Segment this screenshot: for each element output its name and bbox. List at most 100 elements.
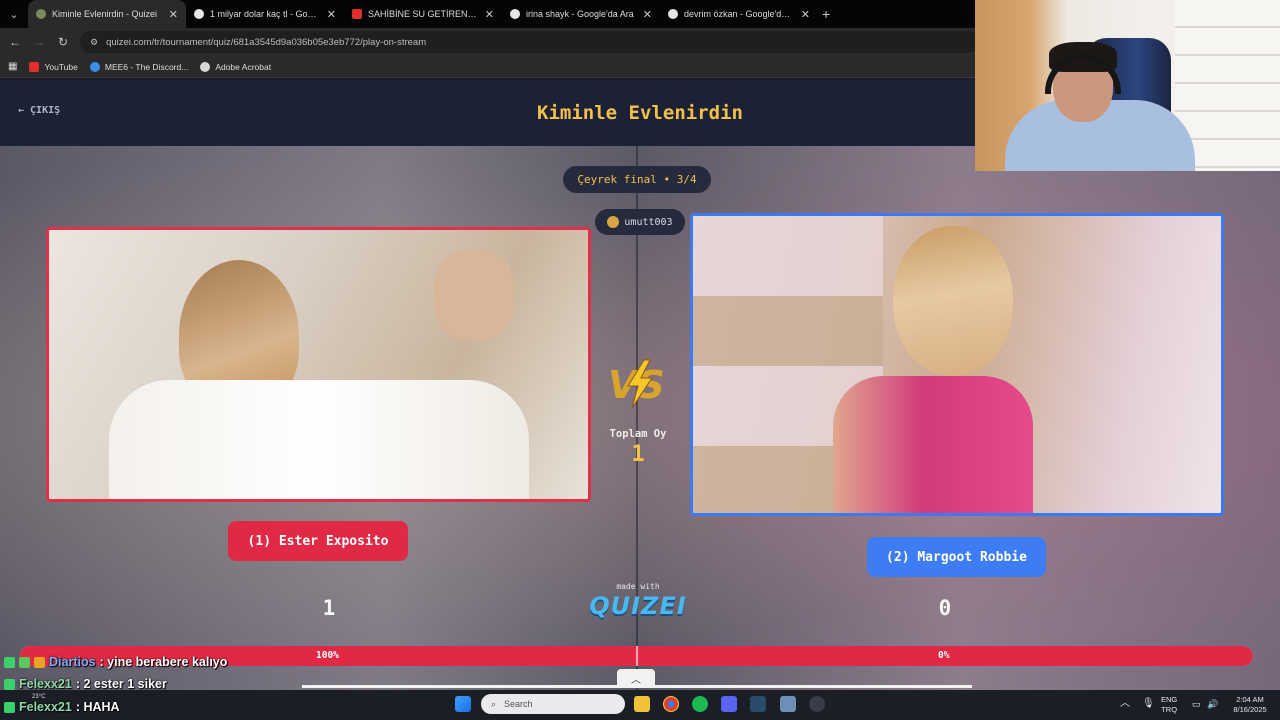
network-icon[interactable]: ▭ — [1192, 699, 1201, 709]
taskbar-search[interactable]: ⌕ Search — [481, 694, 625, 714]
right-vote-count: 0 — [938, 596, 952, 620]
clock-time: 2:04 AM — [1236, 695, 1264, 704]
app-icon[interactable] — [780, 696, 796, 712]
bookmark-adobe[interactable]: Adobe Acrobat — [200, 61, 272, 72]
language-code: ENG — [1161, 695, 1178, 704]
chat-username: Felexx21 — [19, 677, 72, 691]
weather-widget[interactable]: 23°C — [32, 694, 45, 700]
quiz-page: ← ÇIKIŞ Kiminle Evlenirdin Çeyrek final … — [0, 80, 1280, 690]
steam-icon[interactable] — [750, 696, 766, 712]
site-info-icon[interactable]: ⚙ — [90, 37, 98, 48]
tab-close-icon[interactable]: ✕ — [801, 8, 810, 21]
clock[interactable]: 2:04 AM 8/16/2025 — [1225, 695, 1275, 715]
subscriber-badge-icon — [4, 678, 15, 690]
obs-icon[interactable] — [809, 696, 825, 712]
tray-chevron-icon[interactable]: ︿ — [1120, 699, 1130, 709]
microphone-icon[interactable]: 🎙 — [1142, 699, 1155, 709]
tab-close-icon[interactable]: ✕ — [643, 8, 652, 21]
chat-message: Diartios : yine berabere kalıyo — [4, 652, 227, 672]
exit-label: ÇIKIŞ — [30, 105, 61, 116]
adobe-acrobat-icon — [200, 61, 211, 72]
spotify-icon[interactable] — [692, 696, 708, 712]
browser-tab-0[interactable]: Kiminle Evlenirdin - Quizei ✕ — [28, 0, 186, 28]
total-votes-label: Toplam Oy — [609, 428, 667, 440]
stream-chat-overlay: Diartios : yine berabere kalıyo Felexx21… — [0, 652, 420, 720]
page-title: Kiminle Evlenirdin — [537, 102, 743, 124]
chrome-icon[interactable] — [663, 696, 679, 712]
language-indicator[interactable]: ENG TRQ — [1161, 695, 1177, 715]
browser-tab-1[interactable]: 1 milyar dolar kaç tl - Google'da ✕ — [186, 0, 344, 28]
vs-lightning-icon: VS — [608, 359, 665, 409]
search-icon: ⌕ — [491, 698, 497, 709]
bookmark-youtube[interactable]: YouTube — [29, 61, 78, 72]
round-badge: Çeyrek final • 3/4 — [563, 166, 711, 193]
left-vote-count: 1 — [322, 596, 336, 620]
subscriber-badge-icon — [4, 701, 15, 713]
bookmark-label: MEE6 - The Discord... — [104, 61, 189, 72]
browser-tab-3[interactable]: irina shayk - Google'da Ara ✕ — [502, 0, 660, 28]
exit-button[interactable]: ← ÇIKIŞ — [18, 105, 60, 116]
crown-badge-icon — [34, 656, 45, 668]
apps-grid-icon[interactable]: ▦ — [8, 61, 17, 72]
bookmark-label: Adobe Acrobat — [215, 61, 272, 72]
photo-subject — [833, 376, 1033, 513]
vote-left-button[interactable]: (1) Ester Exposito — [228, 521, 408, 561]
arrow-left-icon: ← — [18, 105, 25, 116]
new-tab-button[interactable]: + — [822, 6, 830, 22]
tab-close-icon[interactable]: ✕ — [169, 8, 178, 21]
back-icon[interactable]: ← — [8, 35, 22, 49]
tab-search-button[interactable]: ⌄ — [0, 0, 28, 28]
tab-title: devrim özkan - Google'da Ara — [684, 9, 795, 19]
search-placeholder: Search — [504, 699, 533, 709]
volume-icon[interactable]: 🔊 — [1207, 699, 1218, 709]
bookmark-label: YouTube — [44, 61, 78, 72]
username: umutt003 — [624, 216, 673, 228]
tab-close-icon[interactable]: ✕ — [485, 8, 494, 21]
contestant-right-image[interactable] — [690, 213, 1224, 516]
google-icon — [668, 9, 678, 19]
file-explorer-icon[interactable] — [634, 696, 650, 712]
windows-start-icon[interactable] — [455, 696, 471, 712]
user-badge: umutt003 — [595, 209, 685, 235]
photo-subject — [109, 380, 529, 499]
chat-username: Diartios — [49, 655, 96, 669]
tab-title: 1 milyar dolar kaç tl - Google'da — [210, 9, 321, 19]
right-percent: 0% — [938, 650, 950, 661]
youtube-icon — [29, 61, 40, 72]
total-votes-value: 1 — [631, 442, 645, 467]
vote-right-button[interactable]: (2) Margoot Robbie — [867, 537, 1046, 577]
quizei-logo: QUIZEI — [589, 592, 687, 620]
keyboard-layout: TRQ — [1161, 705, 1178, 714]
made-with-label: made with — [616, 582, 660, 591]
discord-icon[interactable] — [721, 696, 737, 712]
chat-message: Felexx21 : HAHA — [4, 697, 120, 717]
clock-date: 8/16/2025 — [1233, 705, 1267, 714]
google-icon — [510, 9, 520, 19]
tab-title: Kiminle Evlenirdin - Quizei — [52, 9, 158, 19]
chat-text: : HAHA — [75, 700, 120, 714]
browser-tab-2[interactable]: SAHİBİNE SU GETİREN SİVASLI ✕ — [344, 0, 502, 28]
browser-tab-4[interactable]: devrim özkan - Google'da Ara ✕ — [660, 0, 818, 28]
tab-favicon-icon — [36, 9, 46, 19]
url-text: quizei.com/tr/tournament/quiz/681a3545d9… — [106, 36, 427, 48]
chat-text: : 2 ester 1 siker — [75, 677, 167, 691]
user-avatar-icon — [607, 216, 620, 228]
bookmark-mee6[interactable]: MEE6 - The Discord... — [89, 61, 189, 72]
reload-icon[interactable]: ↻ — [56, 35, 70, 49]
webcam-overlay — [975, 0, 1280, 171]
progress-center-marker — [636, 646, 638, 666]
address-bar[interactable]: ⚙ quizei.com/tr/tournament/quiz/681a3545… — [80, 31, 980, 53]
mee6-icon — [89, 61, 100, 72]
google-icon — [194, 9, 204, 19]
tab-close-icon[interactable]: ✕ — [327, 8, 336, 21]
contestant-left-image[interactable] — [46, 227, 591, 502]
chat-message: Felexx21 : 2 ester 1 siker — [4, 674, 167, 694]
tab-title: SAHİBİNE SU GETİREN SİVASLI — [368, 9, 479, 19]
chat-text: : yine berabere kalıyo — [99, 655, 228, 669]
forward-icon[interactable]: → — [32, 35, 46, 49]
photo-subject — [434, 250, 514, 340]
photo-subject — [893, 226, 1013, 376]
chat-username: Felexx21 — [19, 700, 72, 714]
subscriber-badge-icon — [19, 656, 30, 668]
moderator-badge-icon — [4, 656, 15, 668]
